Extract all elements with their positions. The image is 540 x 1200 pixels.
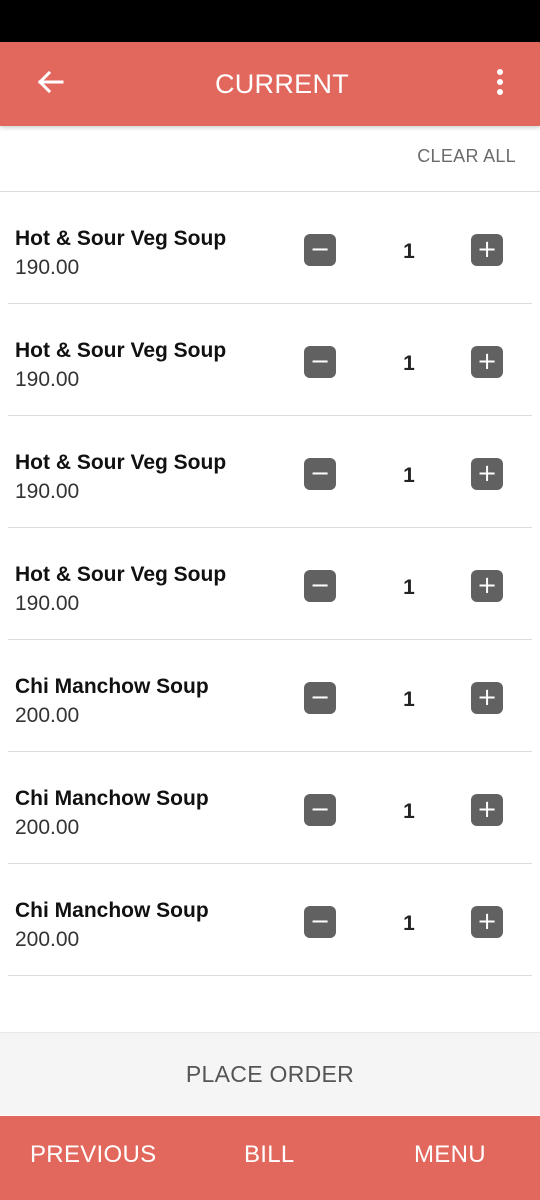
app-bar: CURRENT bbox=[0, 42, 540, 126]
item-price: 200.00 bbox=[15, 816, 80, 839]
page-title: CURRENT bbox=[214, 69, 350, 99]
item-name: Hot & Sour Veg Soup bbox=[15, 451, 227, 474]
item-price: 190.00 bbox=[15, 592, 80, 615]
item-name: Chi Manchow Soup bbox=[15, 787, 209, 810]
plus-icon: + bbox=[476, 459, 498, 487]
cart-item: Chi Manchow Soup 200.00 − 1 + bbox=[8, 752, 532, 864]
increase-quantity-button[interactable]: + bbox=[471, 570, 503, 602]
increase-quantity-button[interactable]: + bbox=[471, 234, 503, 266]
minus-icon: − bbox=[309, 907, 331, 935]
more-vertical-icon bbox=[496, 68, 504, 100]
minus-icon: − bbox=[309, 795, 331, 823]
status-bar bbox=[0, 0, 540, 42]
plus-icon: + bbox=[476, 683, 498, 711]
minus-icon: − bbox=[309, 459, 331, 487]
item-quantity: 1 bbox=[403, 464, 415, 487]
cart-item: Chi Manchow Soup 200.00 − 1 + bbox=[8, 640, 532, 752]
decrease-quantity-button[interactable]: − bbox=[304, 346, 336, 378]
cart-item: Hot & Sour Veg Soup 190.00 − 1 + bbox=[8, 416, 532, 528]
increase-quantity-button[interactable]: + bbox=[471, 346, 503, 378]
item-price: 190.00 bbox=[15, 368, 80, 391]
item-price: 190.00 bbox=[15, 480, 80, 503]
increase-quantity-button[interactable]: + bbox=[471, 458, 503, 490]
decrease-quantity-button[interactable]: − bbox=[304, 458, 336, 490]
place-order-label: PLACE ORDER bbox=[185, 1060, 355, 1087]
item-quantity: 1 bbox=[403, 912, 415, 935]
item-name: Chi Manchow Soup bbox=[15, 675, 209, 698]
plus-icon: + bbox=[476, 571, 498, 599]
cart-item: Chi Manchow Soup 200.00 − 1 + bbox=[8, 864, 532, 976]
decrease-quantity-button[interactable]: − bbox=[304, 906, 336, 938]
menu-button[interactable]: MENU bbox=[414, 1116, 486, 1194]
item-name: Hot & Sour Veg Soup bbox=[15, 227, 227, 250]
more-options-button[interactable] bbox=[480, 62, 520, 106]
previous-button[interactable]: PREVIOUS bbox=[30, 1116, 156, 1194]
minus-icon: − bbox=[309, 347, 331, 375]
item-quantity: 1 bbox=[403, 688, 415, 711]
minus-icon: − bbox=[309, 683, 331, 711]
item-quantity: 1 bbox=[403, 800, 415, 823]
item-price: 190.00 bbox=[15, 256, 80, 279]
minus-icon: − bbox=[309, 571, 331, 599]
decrease-quantity-button[interactable]: − bbox=[304, 682, 336, 714]
cart-item: Hot & Sour Veg Soup 190.00 − 1 + bbox=[8, 528, 532, 640]
plus-icon: + bbox=[476, 235, 498, 263]
plus-icon: + bbox=[476, 347, 498, 375]
bill-button[interactable]: BILL bbox=[244, 1116, 295, 1194]
cart-item: Hot & Sour Veg Soup 190.00 − 1 + bbox=[8, 192, 532, 304]
item-quantity: 1 bbox=[403, 576, 415, 599]
plus-icon: + bbox=[476, 907, 498, 935]
clear-all-button[interactable]: CLEAR ALL bbox=[417, 146, 516, 167]
item-price: 200.00 bbox=[15, 928, 80, 951]
place-order-button[interactable]: PLACE ORDER bbox=[0, 1032, 540, 1115]
item-quantity: 1 bbox=[403, 240, 415, 263]
decrease-quantity-button[interactable]: − bbox=[304, 794, 336, 826]
cart-toolbar: CLEAR ALL bbox=[0, 126, 540, 192]
plus-icon: + bbox=[476, 795, 498, 823]
arrow-left-icon bbox=[36, 70, 64, 99]
item-name: Chi Manchow Soup bbox=[15, 899, 209, 922]
item-quantity: 1 bbox=[403, 352, 415, 375]
decrease-quantity-button[interactable]: − bbox=[304, 570, 336, 602]
item-price: 200.00 bbox=[15, 704, 80, 727]
bottom-nav: PREVIOUS BILL MENU bbox=[0, 1116, 540, 1200]
increase-quantity-button[interactable]: + bbox=[471, 794, 503, 826]
back-button[interactable] bbox=[26, 62, 74, 106]
cart-item-list: Hot & Sour Veg Soup 190.00 − 1 + Hot & S… bbox=[8, 192, 532, 976]
cart-item: Hot & Sour Veg Soup 190.00 − 1 + bbox=[8, 304, 532, 416]
increase-quantity-button[interactable]: + bbox=[471, 682, 503, 714]
item-name: Hot & Sour Veg Soup bbox=[15, 563, 227, 586]
item-name: Hot & Sour Veg Soup bbox=[15, 339, 227, 362]
minus-icon: − bbox=[309, 235, 331, 263]
increase-quantity-button[interactable]: + bbox=[471, 906, 503, 938]
decrease-quantity-button[interactable]: − bbox=[304, 234, 336, 266]
